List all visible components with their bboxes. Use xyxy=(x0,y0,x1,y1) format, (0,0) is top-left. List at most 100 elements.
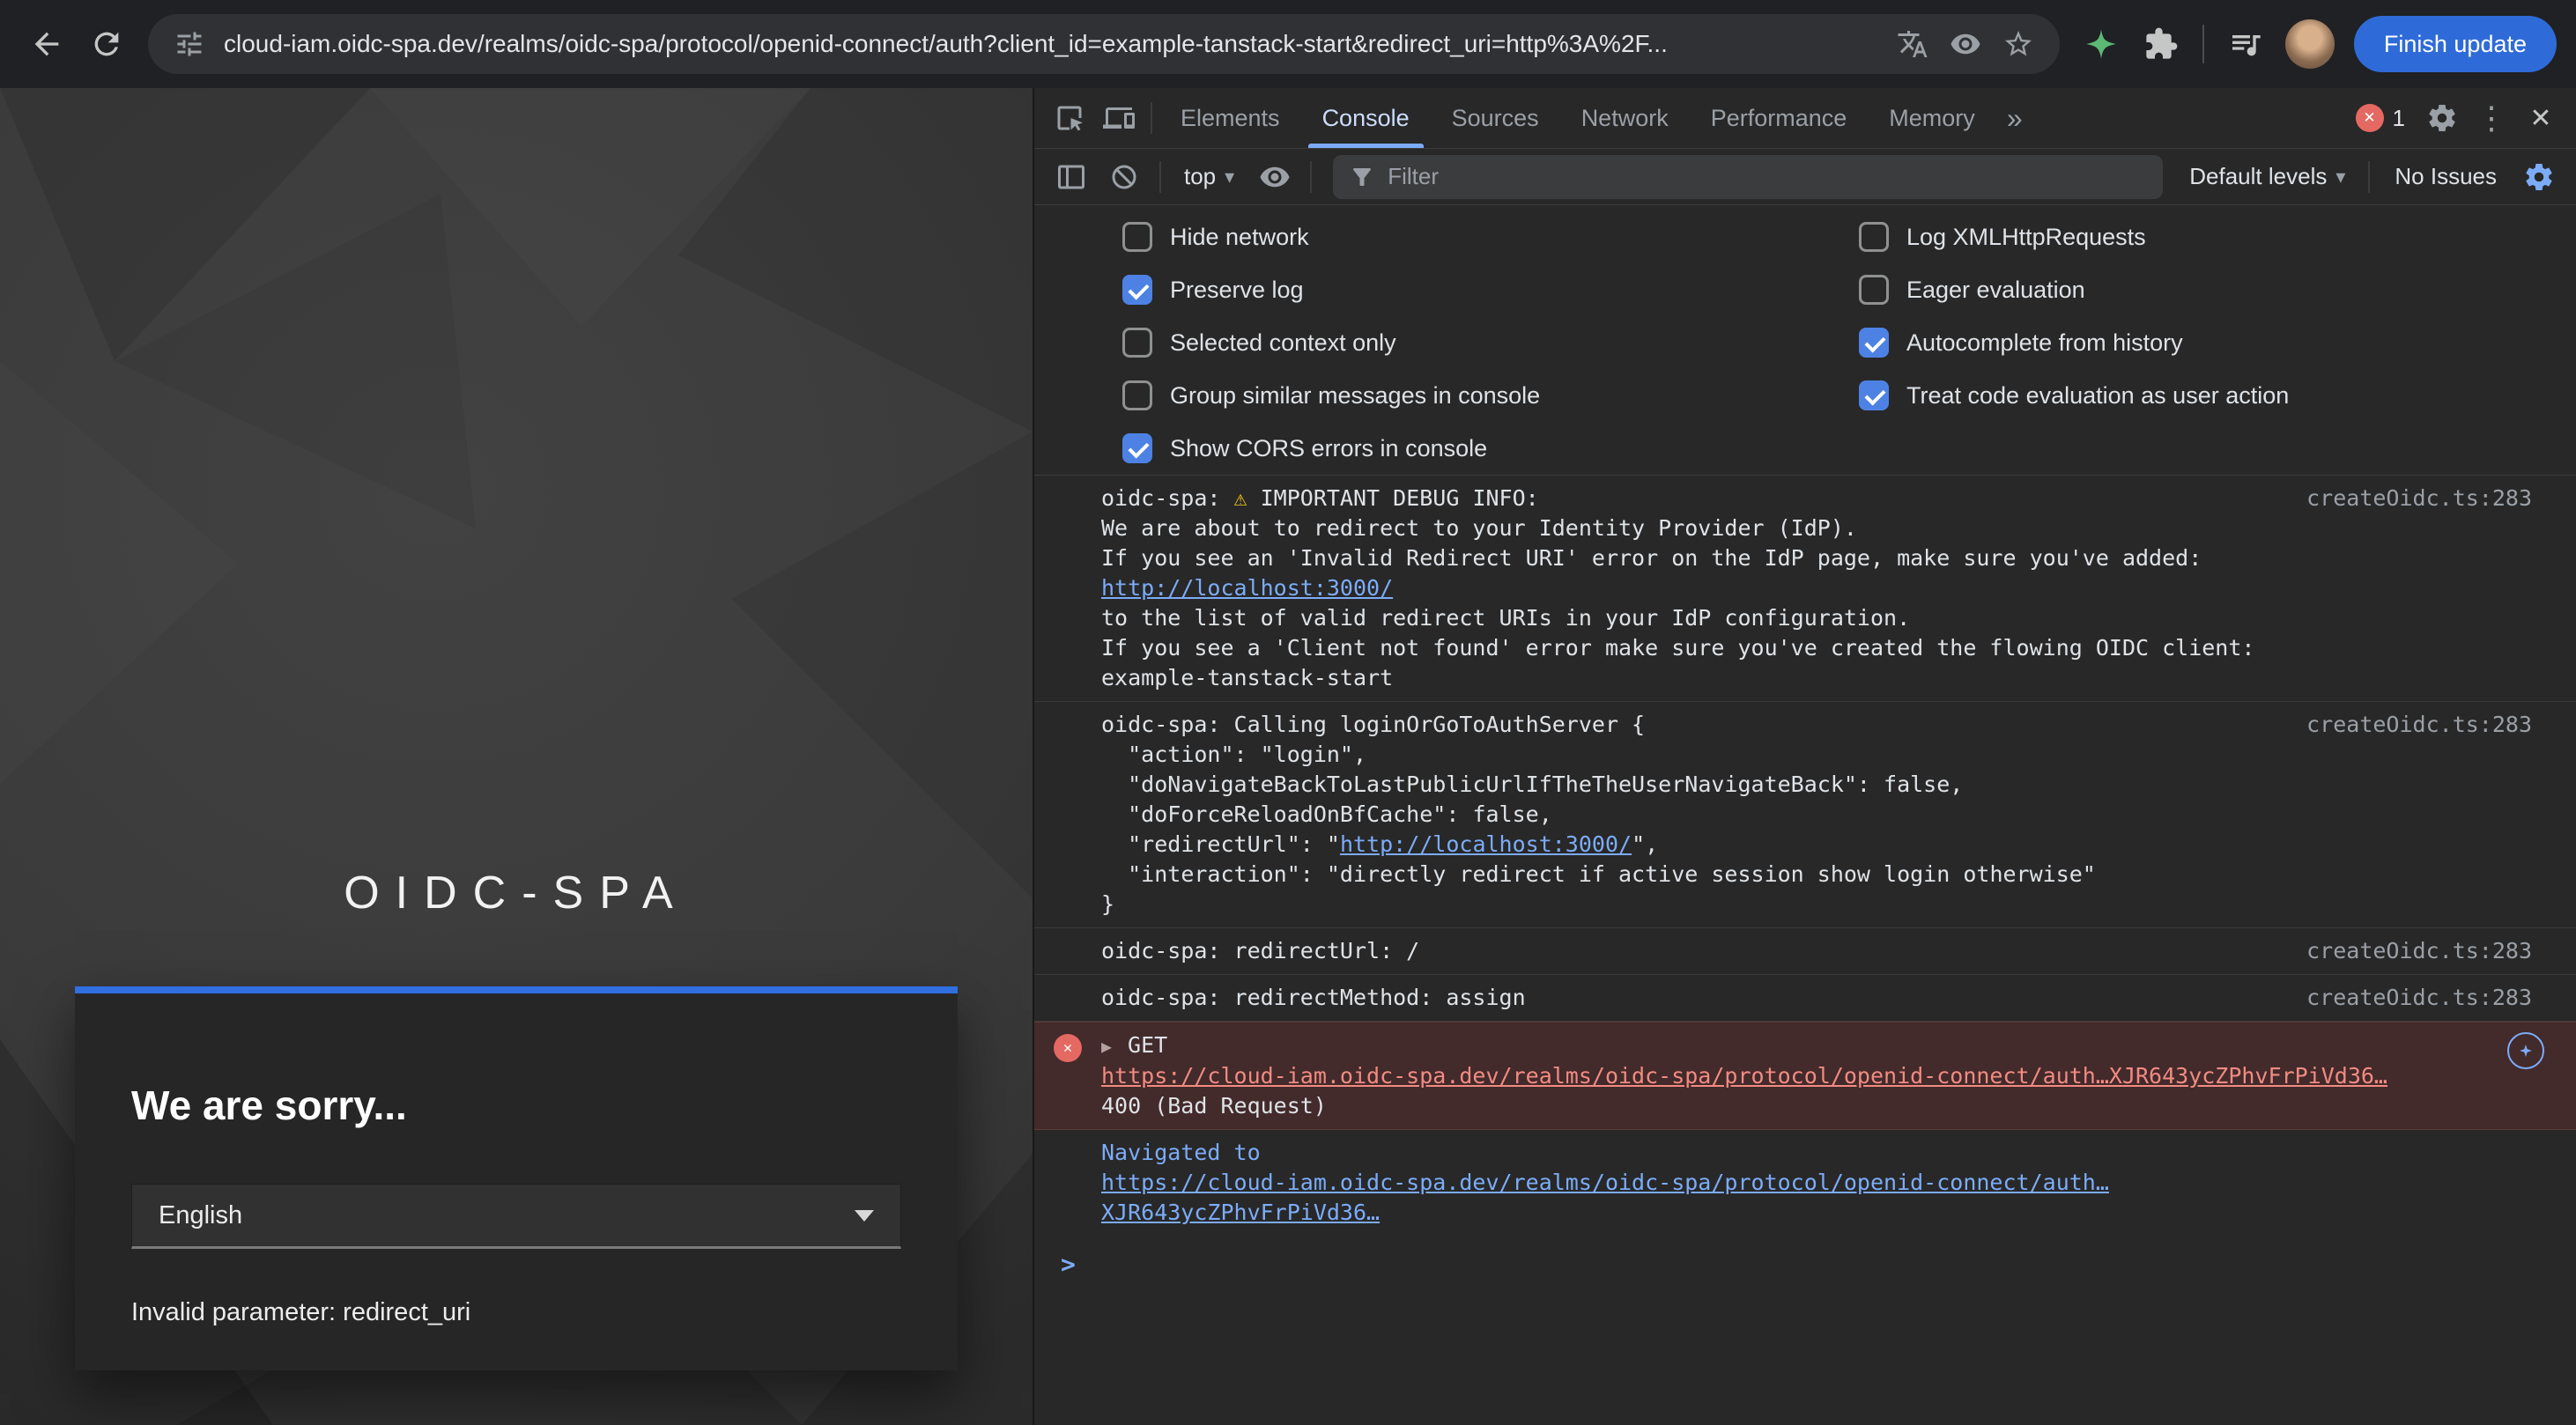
context-value: top xyxy=(1184,163,1216,190)
media-controls-icon xyxy=(2228,26,2263,62)
translate-icon[interactable] xyxy=(1894,26,1931,63)
back-icon xyxy=(29,26,64,62)
error-card: We are sorry... English Invalid paramete… xyxy=(75,986,958,1370)
request-url-link[interactable]: https://cloud-iam.oidc-spa.dev/realms/oi… xyxy=(1101,1063,2387,1089)
console-message-redirect-method: oidc-spa: redirectMethod: assign createO… xyxy=(1034,975,2576,1022)
source-link[interactable]: createOidc.ts:283 xyxy=(2306,484,2532,513)
tab-sources[interactable]: Sources xyxy=(1431,88,1560,148)
log-levels-selector[interactable]: Default levels ▾ xyxy=(2177,163,2358,190)
console-settings-pane: Hide network Preserve log Selected conte… xyxy=(1034,205,2576,476)
console-message-login-call: oidc-spa: Calling loginOrGoToAuthServer … xyxy=(1034,702,2576,928)
sidebar-icon xyxy=(1055,161,1087,193)
tab-performance[interactable]: Performance xyxy=(1690,88,1869,148)
green-extension-icon xyxy=(2084,26,2119,62)
console-prompt[interactable]: > xyxy=(1034,1236,2576,1279)
checkbox-eager-evaluation[interactable]: Eager evaluation xyxy=(1859,263,2576,316)
console-message-debug-info: oidc-spa: ⚠ IMPORTANT DEBUG INFO: We are… xyxy=(1034,476,2576,702)
language-value: English xyxy=(159,1201,242,1230)
context-selector[interactable]: top▾ xyxy=(1172,163,1247,190)
settings-column-right: Log XMLHttpRequests Eager evaluation Aut… xyxy=(1859,210,2576,475)
card-title: We are sorry... xyxy=(131,1082,901,1129)
checkbox xyxy=(1122,328,1152,358)
error-count-badge[interactable]: ✕1 xyxy=(2356,104,2405,132)
prompt-chevron-icon: > xyxy=(1061,1250,1076,1279)
extensions-button[interactable] xyxy=(2134,17,2188,71)
checkbox xyxy=(1859,275,1889,305)
tab-memory[interactable]: Memory xyxy=(1868,88,1996,148)
log-levels-value: Default levels xyxy=(2189,163,2327,190)
bookmark-star-icon[interactable] xyxy=(2000,26,2037,63)
live-expression-eye-icon xyxy=(1259,161,1291,193)
error-count: 1 xyxy=(2393,105,2405,132)
back-button[interactable] xyxy=(19,17,74,71)
site-info-icon[interactable] xyxy=(171,26,208,63)
localhost-link[interactable]: http://localhost:3000/ xyxy=(1101,575,1393,601)
checkbox xyxy=(1122,222,1152,252)
chevron-down-icon: ▾ xyxy=(2335,166,2345,188)
inspect-element-button[interactable] xyxy=(1045,93,1094,143)
console-messages: oidc-spa: ⚠ IMPORTANT DEBUG INFO: We are… xyxy=(1034,476,2576,1425)
tab-console[interactable]: Console xyxy=(1301,88,1431,148)
redirect-url-link[interactable]: http://localhost:3000/ xyxy=(1340,831,1632,857)
webpage: OIDC-SPA We are sorry... English Invalid… xyxy=(0,88,1033,1425)
page-title: OIDC-SPA xyxy=(0,867,1033,919)
console-toolbar: top▾ Default levels ▾ No Issues xyxy=(1034,149,2576,205)
expand-triangle-icon[interactable]: ▶ xyxy=(1101,1036,1112,1057)
profile-avatar[interactable] xyxy=(2285,19,2335,69)
filter-funnel-icon xyxy=(1349,164,1375,190)
device-toolbar-button[interactable] xyxy=(1094,93,1144,143)
filter-box[interactable] xyxy=(1333,155,2163,199)
device-toolbar-icon xyxy=(1103,102,1135,134)
settings-column-left: Hide network Preserve log Selected conte… xyxy=(1034,210,1859,475)
devtools-settings-button[interactable] xyxy=(2417,93,2467,143)
console-settings-gear-icon xyxy=(2523,161,2555,193)
console-error-message: ✕ ▶ GET https://cloud-iam.oidc-spa.dev/re… xyxy=(1034,1022,2576,1130)
checkbox-group-similar-messages[interactable]: Group similar messages in console xyxy=(1122,369,1859,422)
issues-counter[interactable]: No Issues xyxy=(2380,163,2511,190)
reading-mode-eye-icon[interactable] xyxy=(1947,26,1984,63)
checkbox-selected-context-only[interactable]: Selected context only xyxy=(1122,316,1859,369)
toolbar-separator xyxy=(2368,161,2370,193)
more-tabs-icon[interactable]: » xyxy=(1996,102,2033,135)
checkbox xyxy=(1859,380,1889,410)
error-icon: ✕ xyxy=(2356,104,2384,132)
checkbox-treat-code-evaluation[interactable]: Treat code evaluation as user action xyxy=(1859,369,2576,422)
checkbox xyxy=(1122,275,1152,305)
tab-network[interactable]: Network xyxy=(1560,88,1690,148)
navigated-url-link[interactable]: https://cloud-iam.oidc-spa.dev/realms/oi… xyxy=(1101,1170,2109,1225)
error-message: Invalid parameter: redirect_uri xyxy=(131,1298,901,1327)
gear-icon xyxy=(2426,102,2458,134)
reload-button[interactable] xyxy=(79,17,134,71)
clear-console-button[interactable] xyxy=(1099,152,1149,202)
devtools-panel: Elements Console Sources Network Perform… xyxy=(1033,88,2576,1425)
clear-console-icon xyxy=(1108,161,1140,193)
error-icon: ✕ xyxy=(1054,1034,1082,1062)
finish-update-button[interactable]: Finish update xyxy=(2354,16,2557,72)
checkbox-show-cors-errors[interactable]: Show CORS errors in console xyxy=(1122,422,1859,475)
url-bar[interactable]: cloud-iam.oidc-spa.dev/realms/oidc-spa/p… xyxy=(148,14,2060,74)
ai-insights-icon[interactable] xyxy=(2507,1032,2544,1069)
devtools-tabbar: Elements Console Sources Network Perform… xyxy=(1034,88,2576,149)
language-select[interactable]: English xyxy=(131,1184,901,1249)
devtools-close-icon[interactable]: ✕ xyxy=(2516,93,2565,143)
console-settings-button[interactable] xyxy=(2514,152,2564,202)
error-status: 400 (Bad Request) xyxy=(1101,1091,2461,1121)
checkbox-log-xmlhttprequests[interactable]: Log XMLHttpRequests xyxy=(1859,210,2576,263)
checkbox xyxy=(1859,328,1889,358)
console-sidebar-button[interactable] xyxy=(1047,152,1096,202)
live-expression-button[interactable] xyxy=(1250,152,1299,202)
checkbox-preserve-log[interactable]: Preserve log xyxy=(1122,263,1859,316)
checkbox-hide-network[interactable]: Hide network xyxy=(1122,210,1859,263)
devtools-menu-icon[interactable]: ⋮ xyxy=(2467,93,2516,143)
inspect-icon xyxy=(1054,102,1085,134)
pinned-extension-button[interactable] xyxy=(2074,17,2128,71)
reload-icon xyxy=(89,26,124,62)
tab-elements[interactable]: Elements xyxy=(1159,88,1301,148)
checkbox-autocomplete-from-history[interactable]: Autocomplete from history xyxy=(1859,316,2576,369)
source-link[interactable]: createOidc.ts:283 xyxy=(2306,710,2532,740)
source-link[interactable]: createOidc.ts:283 xyxy=(2306,983,2532,1013)
source-link[interactable]: createOidc.ts:283 xyxy=(2306,936,2532,966)
request-method: GET xyxy=(1128,1032,1167,1058)
filter-input[interactable] xyxy=(1388,163,2147,190)
media-controls-button[interactable] xyxy=(2218,17,2273,71)
